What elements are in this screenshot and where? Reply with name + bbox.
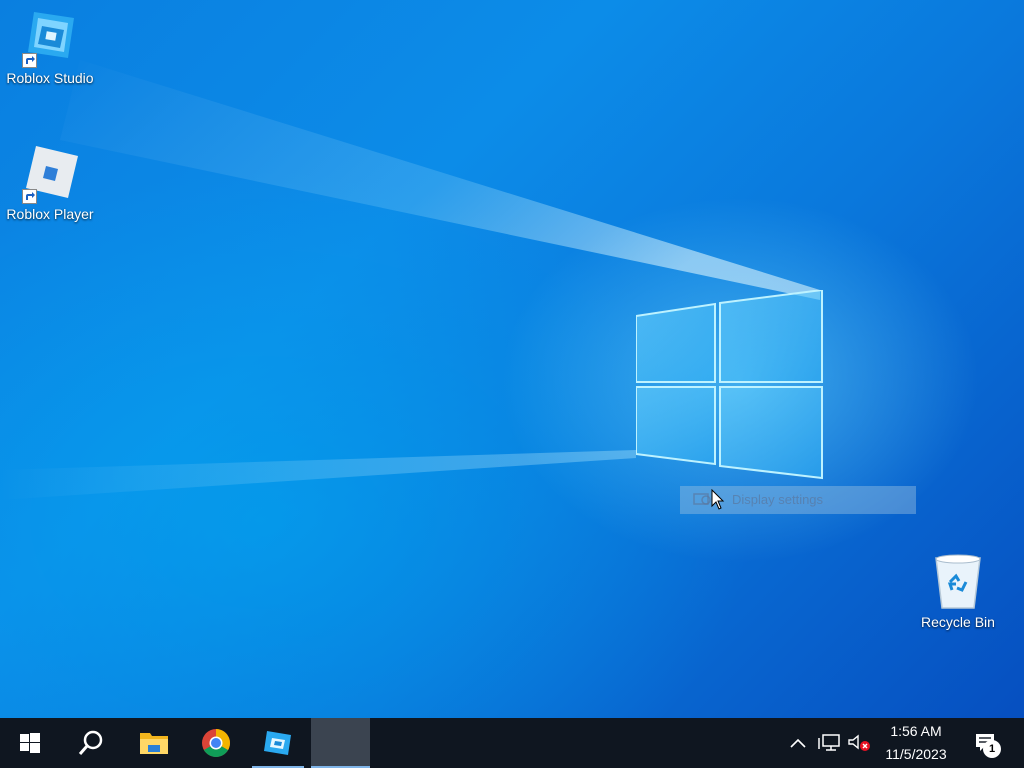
context-menu-label: Display settings — [732, 492, 824, 507]
chevron-up-icon — [790, 738, 806, 748]
roblox-player-icon — [20, 144, 80, 204]
file-explorer-icon — [140, 733, 168, 754]
desktop-icon-roblox-player[interactable]: Roblox Player — [0, 144, 100, 222]
show-hidden-icons-button[interactable] — [786, 718, 810, 768]
clock-time: 1:56 AM — [890, 723, 942, 739]
search-button[interactable] — [60, 718, 122, 768]
roblox-studio-icon — [20, 8, 80, 68]
network-icon — [818, 734, 840, 751]
taskbar-roblox-studio[interactable] — [252, 718, 304, 768]
desktop-wallpaper[interactable]: Roblox Studio Roblox Player Recycle Bin — [0, 0, 1024, 718]
windows-start-icon — [20, 733, 40, 753]
desktop-icon-label: Recycle Bin — [921, 614, 995, 630]
shortcut-arrow-icon — [22, 189, 37, 204]
taskbar-clock[interactable]: 1:56 AM 11/5/2023 — [872, 718, 960, 768]
notification-count-badge: 1 — [983, 740, 1001, 758]
chrome-icon — [202, 729, 230, 757]
shortcut-arrow-icon — [22, 53, 37, 68]
taskbar-file-explorer[interactable] — [124, 718, 184, 768]
recycle-bin-icon — [928, 552, 988, 612]
volume-muted-icon — [848, 734, 870, 751]
display-settings-icon — [693, 493, 711, 505]
taskbar-chrome[interactable] — [186, 718, 246, 768]
roblox-studio-icon — [264, 731, 291, 755]
taskbar: 1:56 AM 11/5/2023 — [0, 718, 1024, 768]
clock-date: 11/5/2023 — [885, 746, 947, 762]
mouse-cursor-icon — [711, 489, 725, 510]
volume-tray-button[interactable] — [846, 718, 872, 768]
desktop-icon-roblox-studio[interactable]: Roblox Studio — [0, 8, 100, 86]
wallpaper-light-rays — [0, 60, 820, 500]
windows-logo-wallpaper — [636, 290, 823, 480]
desktop-icon-recycle-bin[interactable]: Recycle Bin — [908, 552, 1008, 630]
desktop-icon-label: Roblox Studio — [6, 70, 94, 86]
start-button[interactable] — [0, 718, 60, 768]
desktop-icon-label: Roblox Player — [6, 206, 94, 222]
taskbar-open-window[interactable] — [311, 718, 370, 768]
network-tray-button[interactable] — [814, 718, 844, 768]
search-icon — [78, 730, 103, 755]
